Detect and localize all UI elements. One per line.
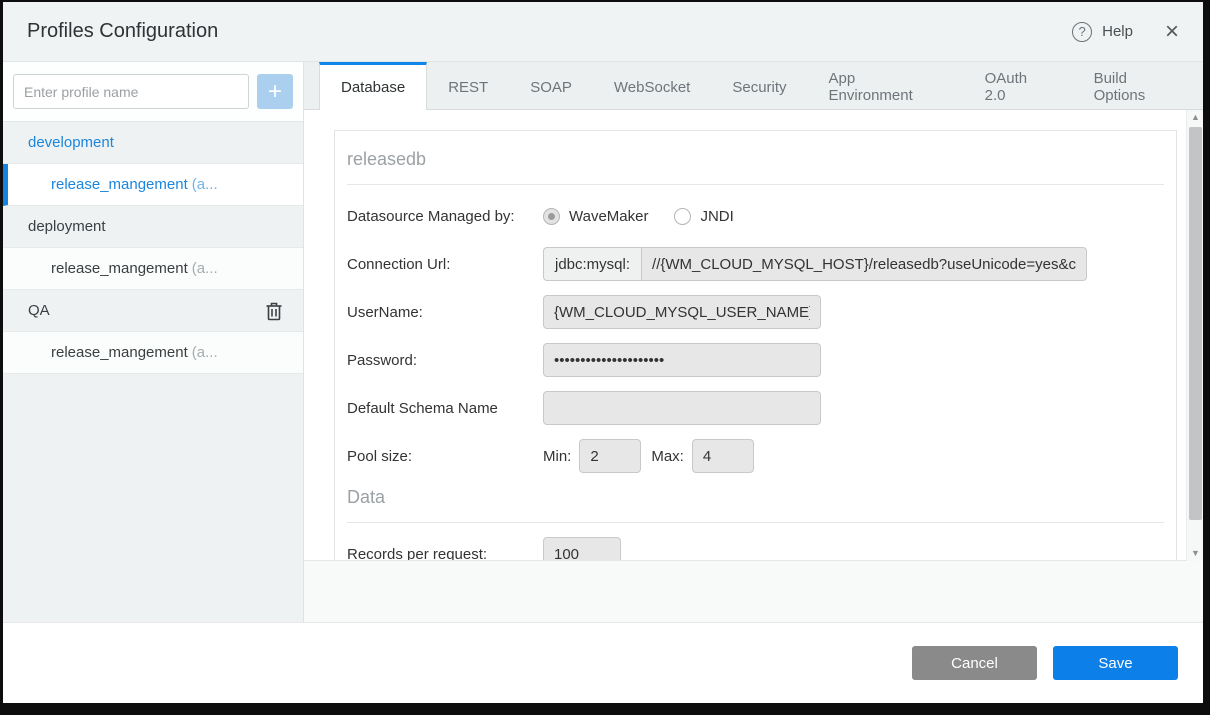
database-section-title: releasedb <box>347 149 1164 185</box>
sidebar-item-release-mangement-deploy[interactable]: release_mangement (a... <box>3 248 303 290</box>
schema-label: Default Schema Name <box>347 400 543 417</box>
profile-group-label: deployment <box>28 218 106 235</box>
profiles-configuration-dialog: Profiles Configuration ? Help × + develo… <box>3 2 1203 703</box>
records-input[interactable] <box>543 537 621 561</box>
records-label: Records per request: <box>347 546 543 562</box>
data-section-title: Data <box>347 487 1164 523</box>
database-form-panel: releasedb Datasource Managed by: WaveMak… <box>304 110 1186 561</box>
profile-search-row: + <box>3 62 303 122</box>
profile-name-input[interactable] <box>13 74 249 109</box>
password-input[interactable] <box>543 343 821 377</box>
help-link[interactable]: Help <box>1102 23 1133 40</box>
radio-wavemaker-label: WaveMaker <box>569 208 648 225</box>
dialog-title: Profiles Configuration <box>27 20 218 43</box>
profile-group-label: development <box>28 134 114 151</box>
schema-input[interactable] <box>543 391 821 425</box>
pool-min-input[interactable] <box>579 439 641 473</box>
profiles-sidebar: + development release_mangement (a... de… <box>3 62 304 622</box>
dialog-body: + development release_mangement (a... de… <box>3 62 1203 622</box>
radio-wavemaker-icon[interactable] <box>543 208 560 225</box>
schema-row: Default Schema Name <box>347 391 1164 425</box>
tab-content-area: releasedb Datasource Managed by: WaveMak… <box>304 110 1203 622</box>
connection-url-group: jdbc:mysql: <box>543 247 1087 281</box>
sidebar-item-release-mangement-qa[interactable]: release_mangement (a... <box>3 332 303 374</box>
delete-profile-icon[interactable] <box>265 301 283 321</box>
save-button[interactable]: Save <box>1053 646 1178 680</box>
tab-database[interactable]: Database <box>319 62 427 110</box>
scroll-down-icon[interactable]: ▼ <box>1187 546 1203 561</box>
profile-label: release_mangement <box>51 176 188 193</box>
add-profile-button[interactable]: + <box>257 74 293 109</box>
releasedb-section: releasedb Datasource Managed by: WaveMak… <box>334 130 1177 561</box>
profiles-list: development release_mangement (a... depl… <box>3 122 303 622</box>
cancel-button[interactable]: Cancel <box>912 646 1037 680</box>
profile-suffix: (a... <box>192 176 218 193</box>
tab-oauth[interactable]: OAuth 2.0 <box>964 62 1073 109</box>
pool-min-label: Min: <box>543 448 571 465</box>
header-actions: ? Help × <box>1072 22 1179 42</box>
password-label: Password: <box>347 352 543 369</box>
pool-max-input[interactable] <box>692 439 754 473</box>
radio-jndi-label: JNDI <box>700 208 733 225</box>
scroll-up-icon[interactable]: ▲ <box>1187 110 1203 125</box>
profile-detail-pane: Database REST SOAP WebSocket Security Ap… <box>304 62 1203 622</box>
connection-url-label: Connection Url: <box>347 256 543 273</box>
help-icon[interactable]: ? <box>1072 22 1092 42</box>
tab-build-options[interactable]: Build Options <box>1073 62 1203 109</box>
profile-group-label: QA <box>28 302 50 319</box>
close-icon[interactable]: × <box>1165 22 1179 42</box>
radio-wavemaker[interactable]: WaveMaker <box>543 208 648 225</box>
profile-suffix: (a... <box>192 260 218 277</box>
connection-url-prefix: jdbc:mysql: <box>543 247 641 281</box>
username-label: UserName: <box>347 304 543 321</box>
profile-suffix: (a... <box>192 344 218 361</box>
username-row: UserName: <box>347 295 1164 329</box>
profile-label: release_mangement <box>51 260 188 277</box>
tab-security[interactable]: Security <box>711 62 807 109</box>
datasource-label: Datasource Managed by: <box>347 208 543 225</box>
tab-rest[interactable]: REST <box>427 62 509 109</box>
datasource-radio-group: WaveMaker JNDI <box>543 208 734 225</box>
dialog-header: Profiles Configuration ? Help × <box>3 2 1203 62</box>
radio-jndi[interactable]: JNDI <box>674 208 733 225</box>
tab-soap[interactable]: SOAP <box>509 62 593 109</box>
config-tabbar: Database REST SOAP WebSocket Security Ap… <box>304 62 1203 110</box>
sidebar-item-release-mangement-dev[interactable]: release_mangement (a... <box>3 164 303 206</box>
records-row: Records per request: <box>347 537 1164 561</box>
datasource-row: Datasource Managed by: WaveMaker JNDI <box>347 199 1164 233</box>
sidebar-item-deployment[interactable]: deployment <box>3 206 303 248</box>
vertical-scrollbar[interactable]: ▲ ▼ <box>1186 110 1203 561</box>
radio-jndi-icon[interactable] <box>674 208 691 225</box>
sidebar-item-qa[interactable]: QA <box>3 290 303 332</box>
profile-label: release_mangement <box>51 344 188 361</box>
tab-websocket[interactable]: WebSocket <box>593 62 711 109</box>
sidebar-item-development[interactable]: development <box>3 122 303 164</box>
tab-app-environment[interactable]: App Environment <box>808 62 964 109</box>
password-row: Password: <box>347 343 1164 377</box>
connection-url-row: Connection Url: jdbc:mysql: <box>347 247 1164 281</box>
scrollbar-thumb[interactable] <box>1189 127 1202 520</box>
pool-max-label: Max: <box>651 448 684 465</box>
connection-url-input[interactable] <box>641 247 1087 281</box>
pool-size-label: Pool size: <box>347 448 543 465</box>
pool-size-row: Pool size: Min: Max: <box>347 439 1164 473</box>
username-input[interactable] <box>543 295 821 329</box>
dialog-footer: Cancel Save <box>3 622 1203 703</box>
